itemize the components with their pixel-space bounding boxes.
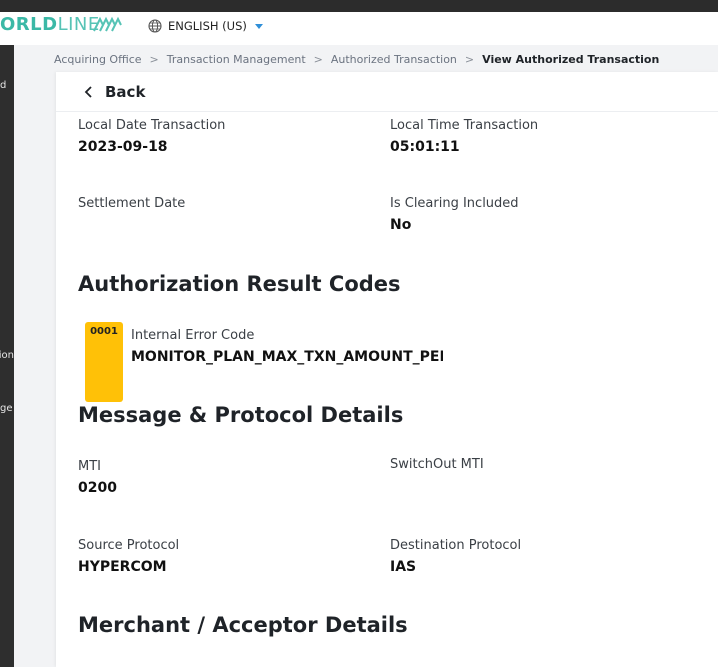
logo-text: ORLD — [0, 14, 58, 35]
source-protocol-value: HYPERCOM — [78, 559, 167, 575]
back-label: Back — [105, 82, 146, 101]
top-strip — [0, 0, 718, 12]
internal-error-label: Internal Error Code — [131, 328, 255, 343]
internal-error-value: MONITOR_PLAN_MAX_TXN_AMOUNT_PER_M — [131, 349, 443, 365]
field-source-protocol: Source Protocol HYPERCOM — [78, 538, 179, 575]
result-code: 0001 — [90, 326, 118, 337]
field-local-date: Local Date Transaction 2023-09-18 — [78, 118, 225, 155]
clearing-included-value: No — [390, 217, 412, 233]
mti-value: 0200 — [78, 480, 117, 496]
breadcrumb-acquiring-office[interactable]: Acquiring Office — [54, 53, 142, 66]
destination-protocol-value: IAS — [390, 559, 417, 575]
local-date-value: 2023-09-18 — [78, 139, 168, 155]
local-time-value: 05:01:11 — [390, 139, 460, 155]
section-title-merchant: Merchant / Acceptor Details — [78, 613, 408, 637]
sidebar-item-1[interactable]: d — [0, 80, 14, 91]
source-protocol-label: Source Protocol — [78, 538, 180, 553]
destination-protocol-label: Destination Protocol — [390, 538, 522, 553]
local-date-label: Local Date Transaction — [78, 118, 226, 133]
section-title-message-protocol: Message & Protocol Details — [78, 403, 404, 427]
result-code-badge: 0001 — [85, 322, 123, 402]
field-clearing-included: Is Clearing Included No — [390, 196, 519, 233]
language-label: ENGLISH (US) — [168, 19, 247, 33]
field-settlement-date: Settlement Date — [78, 196, 185, 217]
app-header: ORLDLINE ENGLISH (US) — [0, 12, 718, 45]
breadcrumb-current: View Authorized Transaction — [482, 53, 660, 66]
breadcrumb-authorized-transaction[interactable]: Authorized Transaction — [331, 53, 457, 66]
breadcrumb-transaction-management[interactable]: Transaction Management — [167, 53, 306, 66]
breadcrumb-separator: > — [149, 53, 159, 66]
field-internal-error-code: Internal Error Code MONITOR_PLAN_MAX_TXN… — [131, 328, 443, 365]
local-time-label: Local Time Transaction — [390, 118, 539, 133]
caret-down-icon — [254, 23, 263, 29]
sidebar-item-3[interactable]: ge — [0, 403, 14, 414]
sidebar-item-2[interactable]: ion — [0, 350, 14, 361]
worldline-logo[interactable]: ORLDLINE — [0, 14, 100, 35]
field-mti: MTI 0200 — [78, 459, 117, 496]
transaction-detail-card: Back Local Date Transaction 2023-09-18 L… — [56, 72, 718, 667]
field-local-time: Local Time Transaction 05:01:11 — [390, 118, 538, 155]
switchout-mti-label: SwitchOut MTI — [390, 457, 484, 472]
sidebar: d ion ge — [0, 45, 14, 667]
mti-label: MTI — [78, 459, 101, 474]
breadcrumb-separator: > — [464, 53, 475, 66]
field-switchout-mti: SwitchOut MTI — [390, 457, 484, 478]
breadcrumb: Acquiring Office > Transaction Managemen… — [54, 53, 659, 66]
section-title-auth-result: Authorization Result Codes — [78, 272, 401, 296]
clearing-included-label: Is Clearing Included — [390, 196, 519, 211]
logo-waves-icon — [93, 16, 122, 32]
breadcrumb-separator: > — [313, 53, 323, 66]
chevron-left-icon — [84, 85, 92, 98]
language-selector[interactable]: ENGLISH (US) — [148, 17, 263, 35]
settlement-date-label: Settlement Date — [78, 196, 186, 211]
globe-icon — [148, 19, 162, 33]
field-destination-protocol: Destination Protocol IAS — [390, 538, 521, 575]
back-button[interactable]: Back — [56, 72, 718, 112]
